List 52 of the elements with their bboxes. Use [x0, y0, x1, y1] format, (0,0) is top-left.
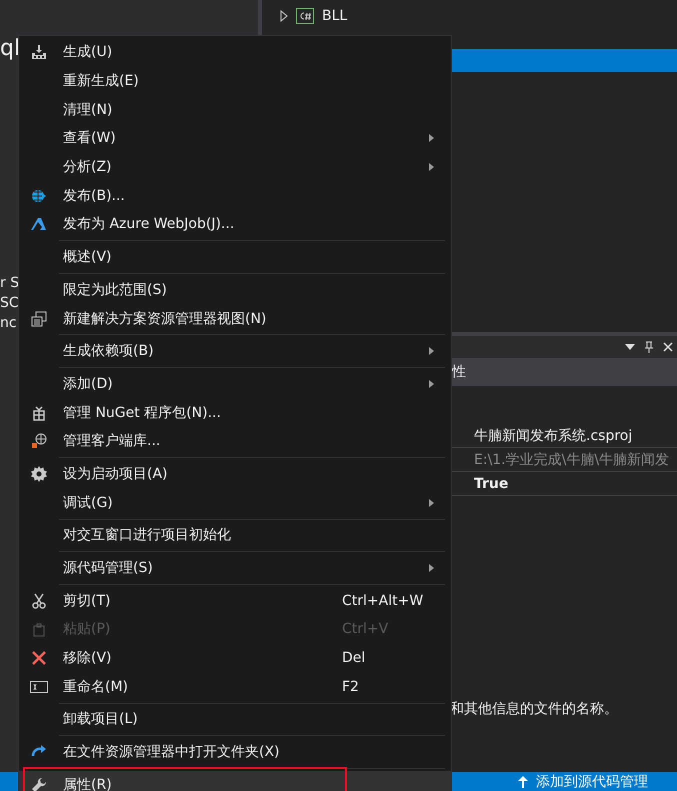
- library-icon: [31, 433, 47, 450]
- up-arrow-icon[interactable]: [518, 776, 528, 788]
- build-icon: [31, 44, 47, 60]
- menu-item[interactable]: 清理(N): [19, 95, 451, 124]
- gear-icon: [31, 466, 47, 482]
- collapsed-arrow-icon[interactable]: [280, 10, 288, 22]
- menu-item[interactable]: 新建解决方案资源管理器视图(N): [19, 304, 451, 333]
- wrench-icon: [31, 776, 47, 791]
- menu-item[interactable]: 移除(V) Del: [19, 644, 451, 672]
- menu-item[interactable]: 概述(V): [19, 242, 451, 272]
- clipboard-icon: [31, 621, 47, 638]
- shortcut-text: Ctrl+Alt+W: [342, 592, 424, 609]
- status-text[interactable]: 添加到源代码管理: [536, 772, 648, 790]
- menu-item[interactable]: 发布(B)...: [19, 181, 451, 210]
- menu-item[interactable]: 源代码管理(S): [19, 554, 451, 582]
- submenu-arrow-icon: [429, 380, 434, 388]
- package-icon: [31, 404, 47, 421]
- submenu-arrow-icon: [429, 564, 434, 572]
- panel-text: SC: [0, 294, 19, 313]
- shortcut-text: Ctrl+V: [342, 621, 388, 638]
- menu-item[interactable]: 对交互窗口进行项目初始化: [19, 521, 451, 550]
- submenu-arrow-icon: [429, 347, 434, 356]
- tree-item[interactable]: BLL: [262, 4, 677, 27]
- submenu-arrow-icon: [429, 498, 434, 507]
- menu-item[interactable]: 发布为 Azure WebJob(J)...: [19, 210, 451, 239]
- rename-icon: [30, 680, 48, 693]
- panel-text: ql: [0, 36, 20, 63]
- menu-item[interactable]: 卸载项目(L): [19, 705, 451, 734]
- dropdown-icon[interactable]: [625, 344, 635, 350]
- windows-icon: [31, 310, 47, 327]
- panel-text: r S: [0, 274, 20, 293]
- shortcut-text: Del: [342, 650, 366, 666]
- remove-icon: [31, 650, 47, 666]
- panel-text: nc: [0, 314, 17, 333]
- scissors-icon: [31, 592, 47, 609]
- csharp-project-icon: [296, 8, 314, 24]
- menu-item[interactable]: 生成(U): [19, 38, 451, 67]
- menu-item[interactable]: 在文件资源管理器中打开文件夹(X): [19, 738, 451, 766]
- menu-item[interactable]: 查看(W): [19, 124, 451, 153]
- menu-item[interactable]: 重命名(M) F2: [19, 672, 451, 702]
- pin-icon[interactable]: [645, 341, 653, 353]
- menu-item[interactable]: 剪切(T) Ctrl+Alt+W: [19, 586, 451, 616]
- menu-item[interactable]: 分析(Z): [19, 152, 451, 182]
- menu-item[interactable]: 限定为此范围(S): [19, 276, 451, 304]
- globe-icon: [31, 188, 47, 204]
- submenu-arrow-icon: [429, 134, 434, 142]
- shortcut-text: F2: [342, 678, 359, 695]
- close-icon[interactable]: [663, 342, 673, 352]
- azure-icon: [31, 216, 47, 232]
- submenu-arrow-icon: [429, 163, 434, 172]
- menu-item[interactable]: 管理 NuGet 程序包(N)...: [19, 398, 451, 427]
- menu-item[interactable]: 重新生成(E): [19, 66, 451, 96]
